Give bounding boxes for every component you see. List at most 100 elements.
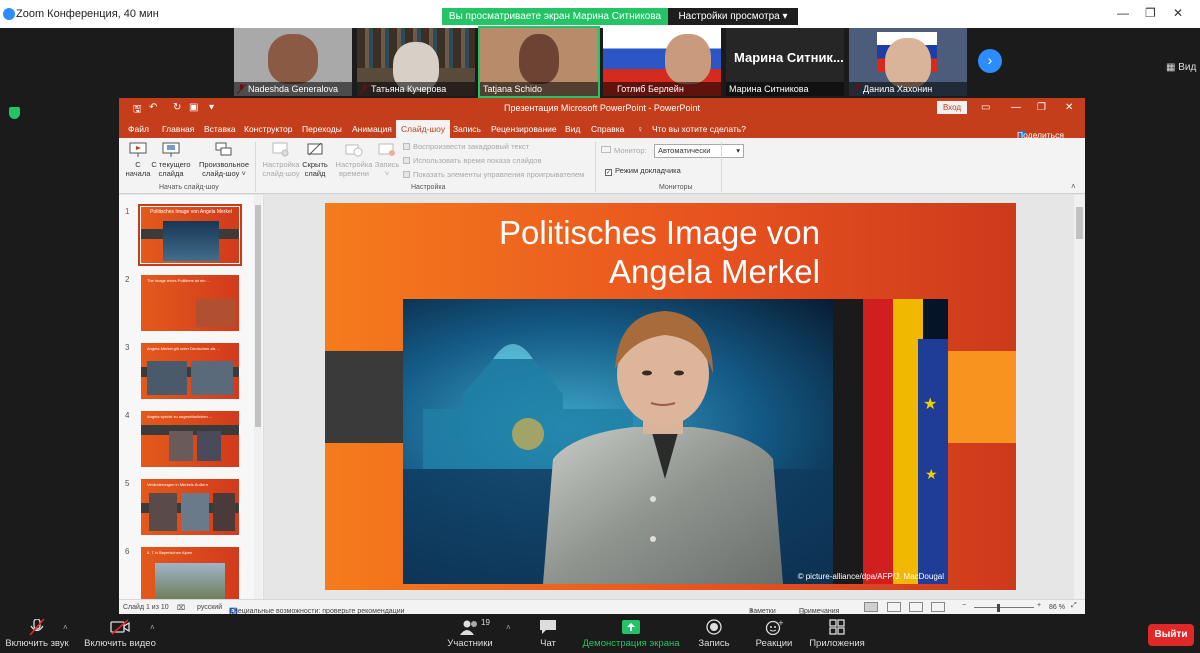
current-slide[interactable]: Politisches Image von Angela Merkel ★ ★ …: [325, 203, 1016, 590]
group-setup: Настройка: [411, 184, 446, 191]
thumbnail-photo: [191, 361, 233, 395]
photo-credit: © picture-alliance/dpa/AFP/J. MacDougal: [797, 572, 944, 581]
minimize-icon[interactable]: —: [1011, 102, 1021, 113]
close-icon[interactable]: ✕: [1173, 6, 1183, 20]
from-start-button[interactable]: С начала: [125, 142, 151, 178]
slideshow-view-icon[interactable]: [931, 602, 945, 612]
unmute-button[interactable]: Включить звук: [4, 614, 70, 653]
scrollbar-thumb[interactable]: [255, 205, 261, 427]
slide-thumbnail[interactable]: Politisches Image von Angela Merkel: [138, 204, 242, 266]
video-options-chevron-icon[interactable]: ˄: [150, 623, 155, 632]
participant-video: [268, 34, 318, 84]
zoom-slider[interactable]: [974, 607, 1034, 608]
from-current-button[interactable]: С текущего слайда: [151, 142, 191, 178]
video-tile[interactable]: Татьяна Кучерова: [357, 28, 475, 96]
tab-review[interactable]: Рецензирование: [491, 124, 557, 134]
normal-view-icon[interactable]: [864, 602, 878, 612]
ribbon-display-icon[interactable]: ▭: [981, 102, 990, 113]
setup-slideshow-icon: [272, 142, 289, 157]
maximize-icon[interactable]: ❐: [1145, 6, 1156, 20]
share-screen-button[interactable]: Демонстрация экрана: [580, 614, 682, 653]
zoom-out-icon[interactable]: −: [962, 602, 966, 609]
close-icon[interactable]: ✕: [1065, 102, 1073, 113]
slide-thumbnail[interactable]: 8. 7 in Bayerischen Alpen: [141, 547, 239, 599]
narration-checkbox[interactable]: Воспроизвести закадровый текст: [403, 142, 529, 151]
security-shield-icon[interactable]: [9, 107, 20, 119]
video-off-icon: [110, 619, 130, 635]
reactions-button[interactable]: + Реакции: [754, 614, 794, 653]
custom-slideshow-button[interactable]: Произвольное слайд-шоу ˅: [195, 142, 253, 178]
tab-help[interactable]: Справка: [591, 124, 624, 134]
participants-video-strip: Nadeshda Generalova Татьяна Кучерова Tat…: [0, 26, 1200, 98]
thumbnail-photo: [196, 299, 236, 327]
slide-title[interactable]: Politisches Image von Angela Merkel: [325, 213, 820, 291]
collapse-ribbon-icon[interactable]: ˄: [1071, 182, 1076, 191]
tab-record[interactable]: Запись: [453, 124, 481, 134]
monitor-select[interactable]: Автоматически ▾: [654, 144, 744, 158]
view-mode-button[interactable]: ▦ Вид: [1166, 62, 1196, 73]
tab-slideshow[interactable]: Слайд-шоу: [396, 120, 451, 138]
record-slideshow-button[interactable]: Запись ˅: [373, 142, 401, 178]
checkbox-box-checked: ✓: [605, 169, 612, 176]
tab-file[interactable]: Файл: [128, 124, 149, 134]
tab-home[interactable]: Главная: [162, 124, 194, 134]
tell-me-search[interactable]: Что вы хотите сделать?: [652, 124, 746, 134]
chat-button[interactable]: Чат: [532, 614, 564, 653]
record-label: Запись: [698, 638, 730, 649]
start-video-label: Включить видео: [84, 638, 156, 649]
participants-options-chevron-icon[interactable]: ˄: [506, 623, 511, 632]
editor-scrollbar[interactable]: [1074, 195, 1085, 599]
presenter-view-checkbox[interactable]: ✓ Режим докладчика: [605, 166, 681, 176]
slide-thumbnail[interactable]: Angela spricht zu ungewöhnlichen ...: [141, 411, 239, 467]
slide-number: 1: [125, 207, 130, 216]
slide-photo[interactable]: ★ ★ © picture-alliance/dpa/AFP/J. MacDou…: [403, 299, 948, 584]
zoom-window: Zoom Конференция, 40 мин Вы просматривае…: [0, 0, 1200, 653]
rehearse-timings-button[interactable]: Настройка времени: [335, 142, 373, 178]
leave-meeting-button[interactable]: Выйти: [1148, 624, 1194, 646]
zoom-level[interactable]: 86 %: [1049, 604, 1065, 611]
restore-icon[interactable]: ❐: [1037, 102, 1046, 113]
participants-button[interactable]: 19 Участники: [444, 614, 496, 653]
fit-to-window-icon[interactable]: ⤢: [1071, 602, 1077, 610]
setup-slideshow-button[interactable]: Настройка слайд-шоу: [259, 142, 303, 178]
timings-checkbox[interactable]: Использовать время показа слайдов: [403, 156, 541, 165]
view-options-button[interactable]: Настройки просмотра ▾: [668, 8, 798, 25]
view-mode-label: Вид: [1178, 62, 1197, 73]
start-video-button[interactable]: Включить видео: [84, 614, 156, 653]
spellcheck-icon[interactable]: ⌧: [177, 604, 185, 612]
sign-in-button[interactable]: Вход: [937, 101, 967, 114]
video-tile-active-speaker[interactable]: Tatjana Schido: [478, 26, 600, 98]
setup-label-1: Настройка: [262, 160, 300, 169]
video-tile-name-card[interactable]: Марина Ситник... Марина Ситникова: [726, 28, 844, 96]
slide-thumbnail[interactable]: Veränderungen in Merkels Äußern: [141, 479, 239, 535]
zoom-slider-thumb[interactable]: [997, 604, 1000, 612]
tab-transitions[interactable]: Переходы: [302, 124, 342, 134]
media-controls-checkbox[interactable]: Показать элементы управления проигрывате…: [403, 170, 584, 179]
apps-button[interactable]: Приложения: [808, 614, 866, 653]
audio-options-chevron-icon[interactable]: ˄: [63, 623, 68, 632]
scrollbar-thumb[interactable]: [1076, 207, 1083, 239]
tab-animations[interactable]: Анимация: [352, 124, 392, 134]
tab-view[interactable]: Вид: [565, 124, 580, 134]
tab-design[interactable]: Конструктор: [244, 124, 292, 134]
hide-label-2: слайд: [304, 169, 326, 178]
checkbox-box: [403, 143, 410, 150]
tab-insert[interactable]: Вставка: [204, 124, 236, 134]
slide-thumbnail[interactable]: The image eines Politikers ist ein ...: [141, 275, 239, 331]
video-tile[interactable]: Nadeshda Generalova: [234, 28, 352, 96]
next-participants-button[interactable]: ›: [978, 49, 1002, 73]
thumbnails-scrollbar[interactable]: [254, 195, 262, 599]
slide-sorter-icon[interactable]: [887, 602, 901, 612]
zoom-in-icon[interactable]: +: [1037, 602, 1041, 609]
video-tile[interactable]: Данила Хахонин: [849, 28, 967, 96]
hide-slide-button[interactable]: Скрыть слайд: [301, 142, 329, 178]
participant-video: [519, 34, 559, 84]
slide-thumbnail[interactable]: Angela Merkel gilt unter Deutschen als .…: [141, 343, 239, 399]
participant-name: Татьяна Кучерова: [357, 82, 475, 96]
record-button[interactable]: Запись: [696, 614, 732, 653]
language-indicator[interactable]: русский: [197, 604, 222, 611]
reading-view-icon[interactable]: [909, 602, 923, 612]
minimize-icon[interactable]: —: [1117, 6, 1129, 20]
video-tile[interactable]: Готлиб Берлейн: [603, 28, 721, 96]
narration-label: Воспроизвести закадровый текст: [413, 142, 530, 151]
